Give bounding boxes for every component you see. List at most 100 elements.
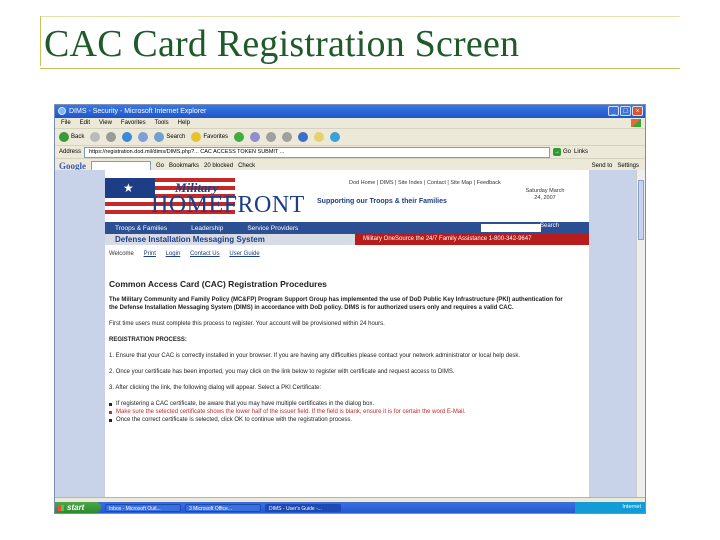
site-search-button[interactable]: Search xyxy=(540,223,559,229)
browser-screenshot: DIMS - Security - Microsoft Internet Exp… xyxy=(54,104,646,514)
menu-file[interactable]: File xyxy=(61,118,71,128)
breadcrumb-welcome: Welcome xyxy=(109,251,134,257)
system-subheader: Defense Installation Messaging System xyxy=(105,234,355,245)
favorites-button[interactable]: Favorites xyxy=(191,132,228,142)
bullet-icon xyxy=(109,411,112,414)
menu-bar: File Edit View Favorites Tools Help xyxy=(55,118,645,129)
page-viewport: ★ Military HOMEFRONT Supporting our Troo… xyxy=(55,170,645,497)
site-navbar: Troops & Families Leadership Service Pro… xyxy=(105,222,589,234)
bullet-text: Make sure the selected certificate shows… xyxy=(116,409,466,415)
menu-favorites[interactable]: Favorites xyxy=(121,118,146,128)
back-button[interactable]: Back xyxy=(59,132,84,142)
intro-paragraph: The Military Community and Family Policy… xyxy=(109,297,563,311)
content-heading: Common Access Card (CAC) Registration Pr… xyxy=(109,279,327,289)
address-bar: Address https://registration.dod.mil/dim… xyxy=(55,146,645,159)
media-icon[interactable] xyxy=(234,132,245,142)
main-content: Common Access Card (CAC) Registration Pr… xyxy=(109,280,571,424)
bullet-icon xyxy=(109,419,112,422)
back-label: Back xyxy=(71,134,85,140)
menu-tools[interactable]: Tools xyxy=(155,118,169,128)
windows-taskbar: start Inbox - Microsoft Outl... 3 Micros… xyxy=(55,502,645,513)
step-2: 2. Once your certificate has been import… xyxy=(109,369,455,375)
go-button[interactable]: → Go xyxy=(553,148,571,156)
slide-accent-top xyxy=(40,16,680,17)
site-search-input[interactable] xyxy=(481,224,541,232)
popup-blocked-indicator[interactable]: 20 blocked xyxy=(204,163,233,169)
nav-leadership[interactable]: Leadership xyxy=(181,225,237,232)
spell-check-button[interactable]: Check xyxy=(238,163,255,169)
bullet-text: If registering a CAC certificate, be awa… xyxy=(116,401,375,407)
print-link[interactable]: Print xyxy=(144,251,156,257)
menu-view[interactable]: View xyxy=(99,118,112,128)
word-icon[interactable] xyxy=(298,132,309,142)
login-link[interactable]: Login xyxy=(166,251,181,257)
contact-us-link[interactable]: Contact Us xyxy=(190,251,220,257)
user-guide-link[interactable]: User Guide xyxy=(229,251,259,257)
google-go-button[interactable]: Go xyxy=(156,163,164,169)
back-arrow-icon xyxy=(59,132,69,142)
system-tray: Internet xyxy=(575,502,645,513)
google-settings-button[interactable]: Settings xyxy=(617,163,645,169)
bullet-icon xyxy=(109,403,112,406)
homefront-logo[interactable]: HOMEFRONT xyxy=(151,192,305,219)
folder-icon[interactable] xyxy=(314,132,325,142)
maximize-button[interactable]: □ xyxy=(620,106,631,116)
go-label: Go xyxy=(563,149,572,155)
search-icon xyxy=(154,132,165,142)
current-date: Saturday March 24, 2007 xyxy=(525,188,565,201)
favorites-label: Favorites xyxy=(203,134,229,140)
task-office[interactable]: 3 Microsoft Office... xyxy=(185,503,261,512)
nav-troops-families[interactable]: Troops & Families xyxy=(105,225,181,232)
window-title: DIMS - Security - Microsoft Internet Exp… xyxy=(69,108,207,115)
nav-service-providers[interactable]: Service Providers xyxy=(237,225,312,232)
home-icon[interactable] xyxy=(138,132,149,142)
standard-toolbar: Back Search Favorites xyxy=(55,129,645,146)
site-tagline: Supporting our Troops & their Families xyxy=(317,198,447,205)
start-label: start xyxy=(67,503,85,512)
dims-page: ★ Military HOMEFRONT Supporting our Troo… xyxy=(105,170,589,497)
refresh-icon[interactable] xyxy=(122,132,133,142)
slide-title: CAC Card Registration Screen xyxy=(44,23,520,65)
vertical-scrollbar[interactable] xyxy=(636,170,645,497)
links-button[interactable]: Links xyxy=(574,149,588,155)
search-label: Search xyxy=(166,134,186,140)
address-label: Address xyxy=(59,149,82,155)
onesource-hotline[interactable]: Military OneSource the 24/7 Family Assis… xyxy=(355,234,589,245)
start-button[interactable]: start xyxy=(55,502,101,513)
list-item: Once the correct certificate is selected… xyxy=(109,416,571,424)
google-search-input[interactable] xyxy=(91,160,151,171)
process-heading: REGISTRATION PROCESS: xyxy=(109,337,187,343)
address-input[interactable]: https://registration.dod.mil/dims/DIMS.p… xyxy=(84,146,551,158)
task-inbox[interactable]: Inbox - Microsoft Outl... xyxy=(105,503,181,512)
search-button[interactable]: Search xyxy=(154,132,185,142)
slide-accent-vertical xyxy=(40,16,41,66)
send-to-button[interactable]: Send to xyxy=(592,163,613,169)
google-logo: Google xyxy=(59,160,86,171)
history-icon[interactable] xyxy=(250,132,261,142)
menu-edit[interactable]: Edit xyxy=(80,118,90,128)
flag-union: ★ xyxy=(105,178,155,198)
windows-logo-icon xyxy=(58,505,64,511)
task-dims-guide[interactable]: DIMS - User's Guide -... xyxy=(265,503,341,512)
note-paragraph: First time users must complete this proc… xyxy=(109,321,385,327)
google-bookmarks-button[interactable]: Bookmarks xyxy=(169,163,199,169)
close-button[interactable]: × xyxy=(632,106,643,116)
stop-icon[interactable] xyxy=(106,132,117,142)
bullet-text: Once the correct certificate is selected… xyxy=(116,417,353,423)
star-icon: ★ xyxy=(123,181,134,195)
menu-help[interactable]: Help xyxy=(178,118,190,128)
minimize-button[interactable]: _ xyxy=(608,106,619,116)
star-icon xyxy=(191,132,202,142)
step-1: 1. Ensure that your CAC is correctly ins… xyxy=(109,353,521,359)
list-item: If registering a CAC certificate, be awa… xyxy=(109,400,571,408)
ie-icon xyxy=(58,107,66,115)
mail-icon[interactable] xyxy=(266,132,277,142)
slide-accent-line xyxy=(40,68,680,69)
forward-arrow-icon[interactable] xyxy=(90,132,101,142)
scrollbar-thumb[interactable] xyxy=(638,180,644,240)
windows-flag-icon xyxy=(631,119,641,127)
breadcrumb: Welcome Print Login Contact Us User Guid… xyxy=(109,251,260,257)
messenger-icon[interactable] xyxy=(330,132,341,142)
top-links[interactable]: Dod Home | DIMS | Site Index | Contact |… xyxy=(349,180,501,186)
print-icon[interactable] xyxy=(282,132,293,142)
